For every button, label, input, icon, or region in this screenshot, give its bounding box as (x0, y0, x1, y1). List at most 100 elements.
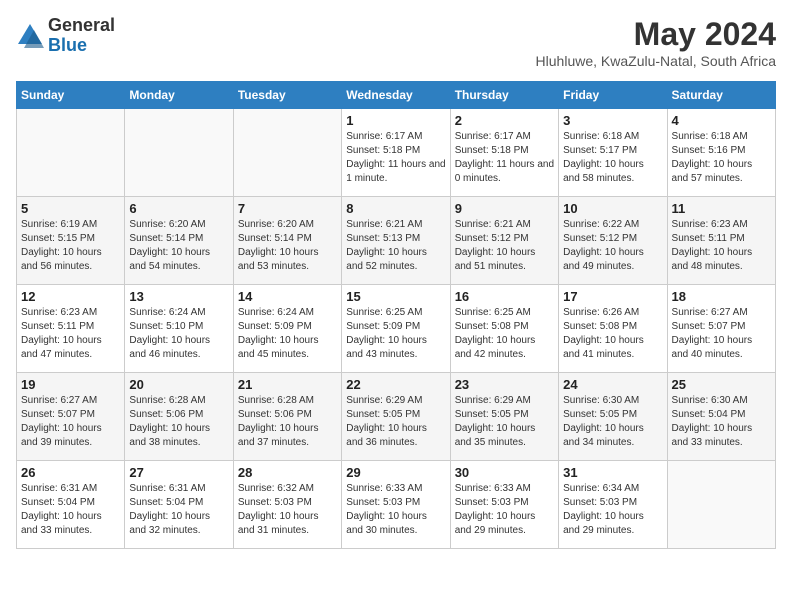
day-number: 1 (346, 113, 445, 128)
calendar-cell: 29 Sunrise: 6:33 AM Sunset: 5:03 PM Dayli… (342, 461, 450, 549)
day-info: Sunrise: 6:29 AM Sunset: 5:05 PM Dayligh… (346, 394, 445, 450)
day-info: Sunrise: 6:26 AM Sunset: 5:08 PM Dayligh… (563, 306, 662, 362)
day-info: Sunrise: 6:31 AM Sunset: 5:04 PM Dayligh… (21, 482, 120, 538)
calendar-cell (125, 109, 233, 197)
col-tuesday: Tuesday (233, 82, 341, 109)
calendar-cell: 24 Sunrise: 6:30 AM Sunset: 5:05 PM Dayli… (559, 373, 667, 461)
day-number: 3 (563, 113, 662, 128)
calendar-cell: 6 Sunrise: 6:20 AM Sunset: 5:14 PM Daylig… (125, 197, 233, 285)
calendar-cell: 14 Sunrise: 6:24 AM Sunset: 5:09 PM Dayli… (233, 285, 341, 373)
day-info: Sunrise: 6:23 AM Sunset: 5:11 PM Dayligh… (21, 306, 120, 362)
day-number: 23 (455, 377, 554, 392)
day-number: 24 (563, 377, 662, 392)
calendar-cell: 13Sunrise: 6:24 AM Sunset: 5:10 PM Dayli… (125, 285, 233, 373)
col-saturday: Saturday (667, 82, 775, 109)
calendar-week-1: 1 Sunrise: 6:17 AM Sunset: 5:18 PM Daylig… (17, 109, 776, 197)
day-number: 13 (129, 289, 228, 304)
calendar-cell: 7 Sunrise: 6:20 AM Sunset: 5:14 PM Daylig… (233, 197, 341, 285)
calendar-cell: 2 Sunrise: 6:17 AM Sunset: 5:18 PM Daylig… (450, 109, 558, 197)
day-number: 17 (563, 289, 662, 304)
calendar-cell: 16Sunrise: 6:25 AM Sunset: 5:08 PM Dayli… (450, 285, 558, 373)
day-info: Sunrise: 6:25 AM Sunset: 5:09 PM Dayligh… (346, 306, 445, 362)
day-number: 16 (455, 289, 554, 304)
day-info: Sunrise: 6:30 AM Sunset: 5:04 PM Dayligh… (672, 394, 771, 450)
col-friday: Friday (559, 82, 667, 109)
calendar-cell: 9Sunrise: 6:21 AM Sunset: 5:12 PM Daylig… (450, 197, 558, 285)
day-number: 19 (21, 377, 120, 392)
day-number: 26 (21, 465, 120, 480)
day-number: 11 (672, 201, 771, 216)
calendar-cell: 21Sunrise: 6:28 AM Sunset: 5:06 PM Dayli… (233, 373, 341, 461)
calendar-body: 1 Sunrise: 6:17 AM Sunset: 5:18 PM Daylig… (17, 109, 776, 549)
calendar-cell: 4 Sunrise: 6:18 AM Sunset: 5:16 PM Daylig… (667, 109, 775, 197)
day-info: Sunrise: 6:19 AM Sunset: 5:15 PM Dayligh… (21, 218, 120, 274)
day-info: Sunrise: 6:21 AM Sunset: 5:13 PM Dayligh… (346, 218, 445, 274)
day-number: 14 (238, 289, 337, 304)
calendar-cell: 12Sunrise: 6:23 AM Sunset: 5:11 PM Dayli… (17, 285, 125, 373)
day-number: 8 (346, 201, 445, 216)
day-number: 7 (238, 201, 337, 216)
logo: General Blue (16, 16, 115, 56)
day-number: 30 (455, 465, 554, 480)
day-info: Sunrise: 6:23 AM Sunset: 5:11 PM Dayligh… (672, 218, 771, 274)
day-info: Sunrise: 6:34 AM Sunset: 5:03 PM Dayligh… (563, 482, 662, 538)
day-info: Sunrise: 6:18 AM Sunset: 5:17 PM Dayligh… (563, 130, 662, 186)
calendar-cell (233, 109, 341, 197)
day-info: Sunrise: 6:29 AM Sunset: 5:05 PM Dayligh… (455, 394, 554, 450)
month-year: May 2024 (536, 16, 776, 53)
calendar-header: Sunday Monday Tuesday Wednesday Thursday… (17, 82, 776, 109)
calendar-cell: 5 Sunrise: 6:19 AM Sunset: 5:15 PM Daylig… (17, 197, 125, 285)
day-number: 18 (672, 289, 771, 304)
day-number: 5 (21, 201, 120, 216)
day-info: Sunrise: 6:30 AM Sunset: 5:05 PM Dayligh… (563, 394, 662, 450)
calendar-cell: 28 Sunrise: 6:32 AM Sunset: 5:03 PM Dayli… (233, 461, 341, 549)
logo-blue: Blue (48, 35, 87, 55)
day-number: 25 (672, 377, 771, 392)
calendar-cell: 25 Sunrise: 6:30 AM Sunset: 5:04 PM Dayli… (667, 373, 775, 461)
calendar-cell: 3 Sunrise: 6:18 AM Sunset: 5:17 PM Daylig… (559, 109, 667, 197)
day-info: Sunrise: 6:28 AM Sunset: 5:06 PM Dayligh… (129, 394, 228, 450)
calendar-cell: 22 Sunrise: 6:29 AM Sunset: 5:05 PM Dayli… (342, 373, 450, 461)
day-number: 29 (346, 465, 445, 480)
day-number: 21 (238, 377, 337, 392)
title-block: May 2024 Hluhluwe, KwaZulu-Natal, South … (536, 16, 776, 69)
day-info: Sunrise: 6:33 AM Sunset: 5:03 PM Dayligh… (346, 482, 445, 538)
logo-icon (16, 22, 44, 50)
calendar-cell: 11 Sunrise: 6:23 AM Sunset: 5:11 PM Dayli… (667, 197, 775, 285)
logo-general: General (48, 15, 115, 35)
calendar-cell: 27 Sunrise: 6:31 AM Sunset: 5:04 PM Dayli… (125, 461, 233, 549)
calendar-cell: 30Sunrise: 6:33 AM Sunset: 5:03 PM Dayli… (450, 461, 558, 549)
day-info: Sunrise: 6:20 AM Sunset: 5:14 PM Dayligh… (238, 218, 337, 274)
day-info: Sunrise: 6:20 AM Sunset: 5:14 PM Dayligh… (129, 218, 228, 274)
col-thursday: Thursday (450, 82, 558, 109)
day-info: Sunrise: 6:22 AM Sunset: 5:12 PM Dayligh… (563, 218, 662, 274)
day-info: Sunrise: 6:24 AM Sunset: 5:09 PM Dayligh… (238, 306, 337, 362)
calendar-week-2: 5 Sunrise: 6:19 AM Sunset: 5:15 PM Daylig… (17, 197, 776, 285)
calendar-cell: 18Sunrise: 6:27 AM Sunset: 5:07 PM Dayli… (667, 285, 775, 373)
day-number: 27 (129, 465, 228, 480)
day-number: 28 (238, 465, 337, 480)
day-info: Sunrise: 6:18 AM Sunset: 5:16 PM Dayligh… (672, 130, 771, 186)
day-number: 6 (129, 201, 228, 216)
day-number: 22 (346, 377, 445, 392)
calendar-week-5: 26 Sunrise: 6:31 AM Sunset: 5:04 PM Dayli… (17, 461, 776, 549)
day-number: 15 (346, 289, 445, 304)
weekday-row: Sunday Monday Tuesday Wednesday Thursday… (17, 82, 776, 109)
page-header: General Blue May 2024 Hluhluwe, KwaZulu-… (16, 16, 776, 69)
calendar-cell: 19Sunrise: 6:27 AM Sunset: 5:07 PM Dayli… (17, 373, 125, 461)
day-info: Sunrise: 6:31 AM Sunset: 5:04 PM Dayligh… (129, 482, 228, 538)
calendar-cell: 26 Sunrise: 6:31 AM Sunset: 5:04 PM Dayli… (17, 461, 125, 549)
day-info: Sunrise: 6:17 AM Sunset: 5:18 PM Dayligh… (455, 130, 554, 186)
location: Hluhluwe, KwaZulu-Natal, South Africa (536, 53, 776, 69)
calendar-week-3: 12Sunrise: 6:23 AM Sunset: 5:11 PM Dayli… (17, 285, 776, 373)
logo-text: General Blue (48, 16, 115, 56)
day-number: 4 (672, 113, 771, 128)
day-info: Sunrise: 6:32 AM Sunset: 5:03 PM Dayligh… (238, 482, 337, 538)
calendar-week-4: 19Sunrise: 6:27 AM Sunset: 5:07 PM Dayli… (17, 373, 776, 461)
day-number: 9 (455, 201, 554, 216)
calendar-cell: 17 Sunrise: 6:26 AM Sunset: 5:08 PM Dayli… (559, 285, 667, 373)
calendar-cell: 15 Sunrise: 6:25 AM Sunset: 5:09 PM Dayli… (342, 285, 450, 373)
day-number: 2 (455, 113, 554, 128)
col-monday: Monday (125, 82, 233, 109)
calendar-cell: 1Sunrise: 6:17 AM Sunset: 5:18 PM Daylig… (342, 109, 450, 197)
